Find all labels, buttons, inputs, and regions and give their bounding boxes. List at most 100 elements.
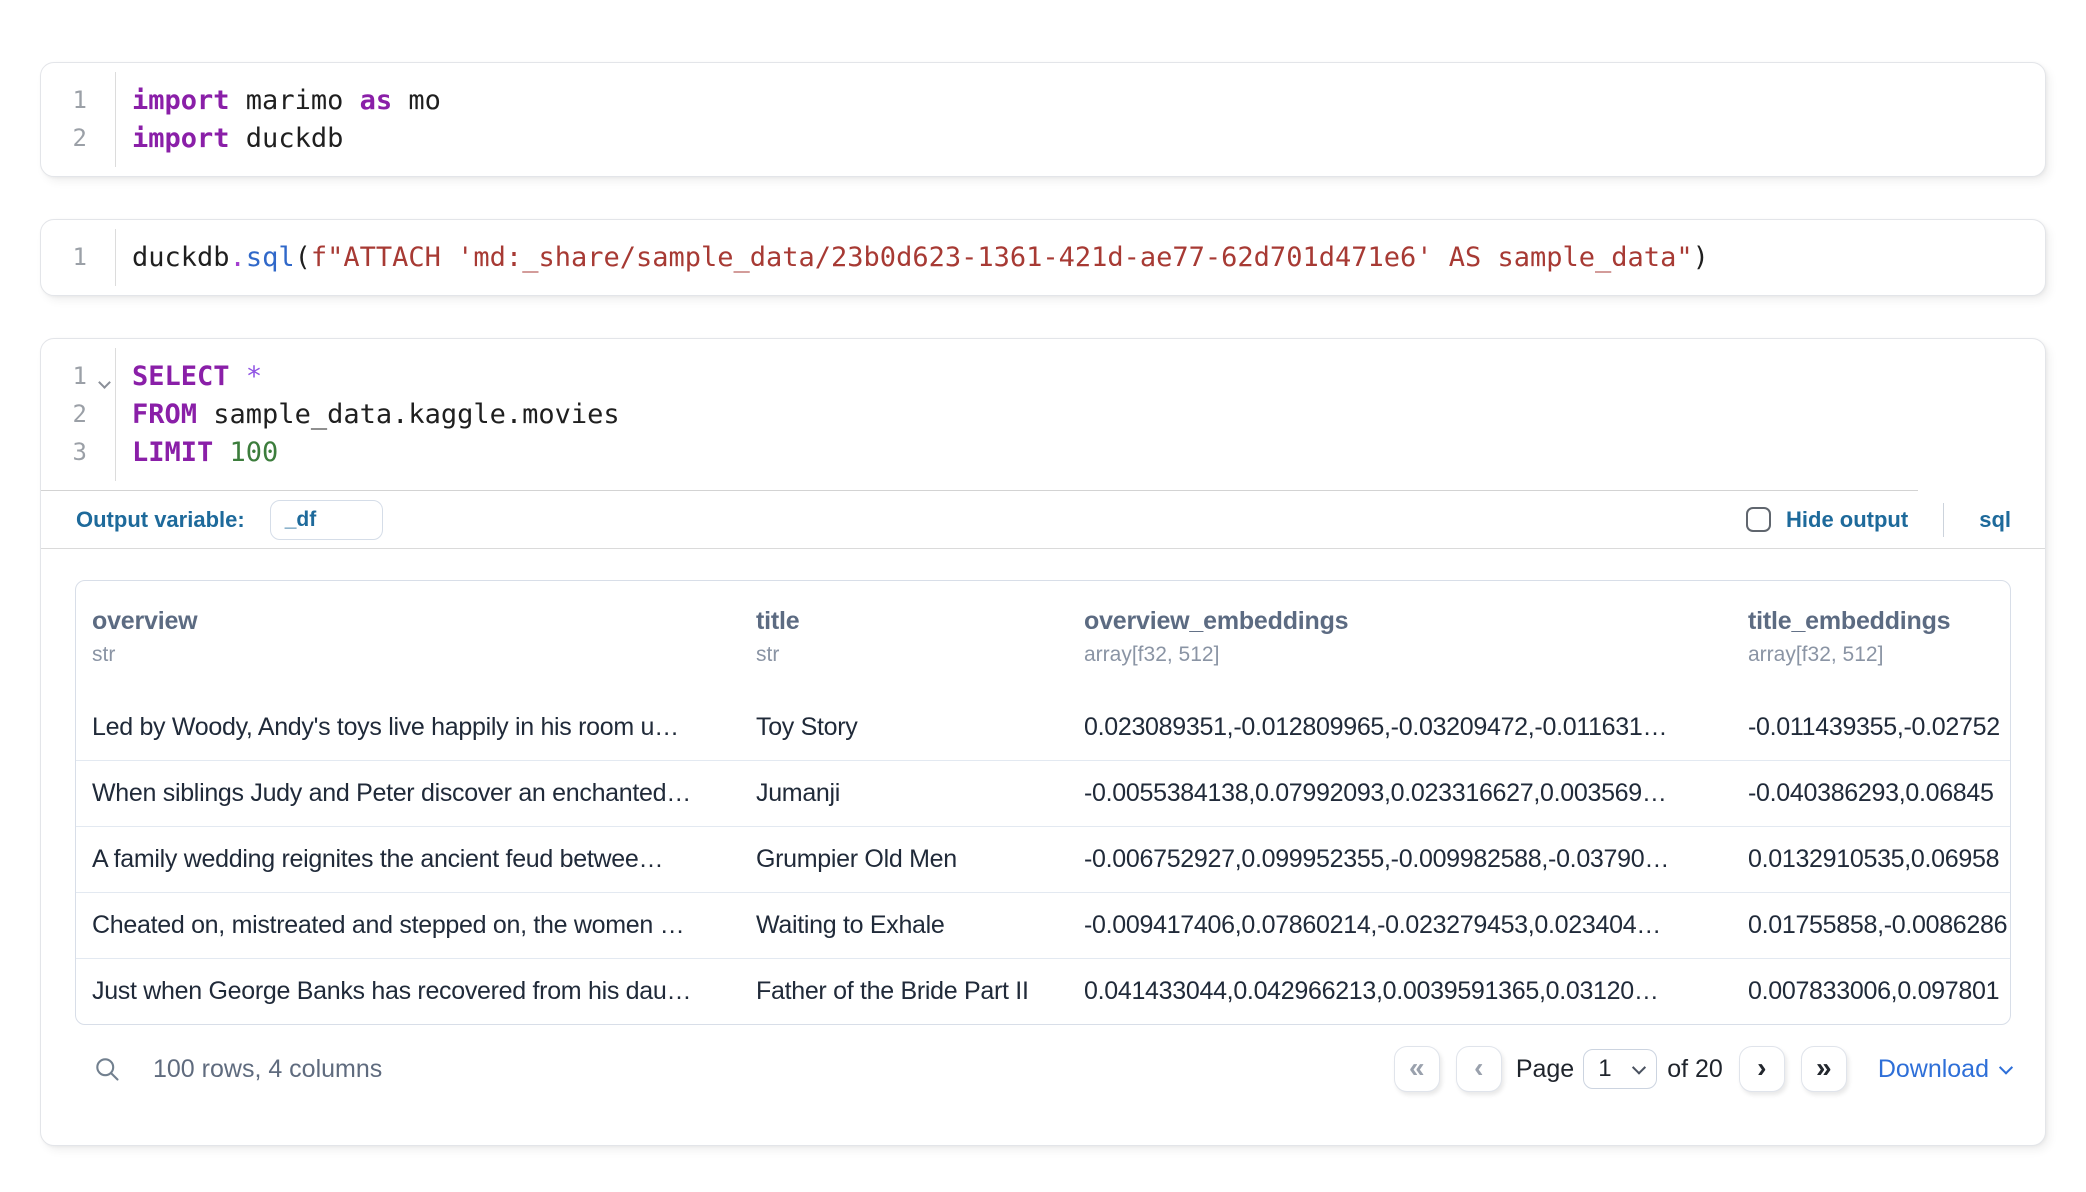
column-name: title_embeddings — [1748, 607, 1994, 635]
last-page-button[interactable]: » — [1801, 1046, 1847, 1092]
cell-overview-embeddings: -0.0055384138,0.07992093,0.023316627,0.0… — [1068, 779, 1732, 808]
cell-overview-embeddings: -0.009417406,0.07860214,-0.023279453,0.0… — [1068, 911, 1732, 940]
output-variable-label: Output variable: — [76, 507, 245, 533]
line-number: 1 — [41, 362, 115, 390]
line-number: 2 — [41, 124, 115, 152]
operator-token: . — [230, 242, 246, 273]
cell-title: Toy Story — [740, 713, 1068, 742]
column-type: str — [756, 644, 1052, 666]
chevron-down-icon — [1632, 1061, 1646, 1075]
double-chevron-left-icon: « — [1409, 1054, 1425, 1082]
code-line: 1 SELECT * — [41, 357, 2045, 395]
function-token: sql — [246, 242, 295, 273]
pagination: « ‹ Page 1 of 20 › » Download — [1394, 1046, 2011, 1092]
cell-title-embeddings: -0.040386293,0.06845 — [1732, 779, 2010, 808]
cell-overview-embeddings: 0.041433044,0.042966213,0.0039591365,0.0… — [1068, 977, 1732, 1006]
code-line: 2 FROM sample_data.kaggle.movies — [41, 395, 2045, 433]
table-row: Cheated on, mistreated and stepped on, t… — [76, 892, 2010, 958]
column-type: str — [92, 644, 724, 666]
number-token: 100 — [230, 437, 279, 468]
hide-output-checkbox[interactable] — [1746, 507, 1771, 532]
code-token: marimo — [230, 85, 360, 116]
table-footer: 100 rows, 4 columns « ‹ Page 1 of 20 › »… — [75, 1033, 2011, 1105]
keyword-token: import — [132, 85, 230, 116]
sql-cell: 1 SELECT * 2 FROM sample_data.kaggle.mov… — [40, 338, 2046, 1146]
code-token: duckdb — [132, 242, 230, 273]
chevron-right-icon: › — [1757, 1054, 1766, 1082]
code-text: import marimo as mo — [115, 85, 441, 116]
column-name: title — [756, 607, 1052, 635]
divider — [1943, 503, 1944, 537]
cell-title: Waiting to Exhale — [740, 911, 1068, 940]
sql-cell-footer-right: Hide output sql — [1746, 503, 2011, 537]
page-total-label: of 20 — [1667, 1055, 1723, 1084]
hide-output-label[interactable]: Hide output — [1786, 507, 1908, 533]
cell-overview-embeddings: 0.023089351,-0.012809965,-0.03209472,-0.… — [1068, 713, 1732, 742]
cell-overview: When siblings Judy and Peter discover an… — [76, 779, 740, 808]
chevron-down-icon — [1999, 1061, 2013, 1075]
cell-overview: Just when George Banks has recovered fro… — [76, 977, 740, 1006]
page-select[interactable]: 1 — [1583, 1049, 1657, 1089]
line-number: 1 — [41, 243, 115, 271]
string-token: "ATTACH 'md:_share/sample_data/23b0d623-… — [327, 242, 1692, 273]
keyword-token: SELECT — [132, 361, 230, 392]
keyword-token: LIMIT — [132, 437, 213, 468]
code-text: import duckdb — [115, 123, 343, 154]
code-editor[interactable]: 1 import marimo as mo 2 import duckdb — [41, 63, 2045, 176]
table-row: A family wedding reignites the ancient f… — [76, 826, 2010, 892]
fold-chevron-icon[interactable] — [98, 376, 111, 389]
code-cell-imports: 1 import marimo as mo 2 import duckdb — [40, 62, 2046, 177]
keyword-token: as — [360, 85, 393, 116]
line-number: 1 — [41, 86, 115, 114]
column-header-overview[interactable]: overview str — [76, 581, 740, 694]
code-editor[interactable]: 1 duckdb.sql(f"ATTACH 'md:_share/sample_… — [41, 220, 2045, 295]
code-token: ) — [1693, 242, 1709, 273]
cell-title: Father of the Bride Part II — [740, 977, 1068, 1006]
wildcard-token: * — [246, 361, 262, 392]
keyword-token: FROM — [132, 399, 197, 430]
column-header-title[interactable]: title str — [740, 581, 1068, 694]
line-number-text: 1 — [73, 362, 87, 390]
code-text: FROM sample_data.kaggle.movies — [115, 399, 620, 430]
search-button[interactable] — [91, 1053, 123, 1085]
next-page-button[interactable]: › — [1739, 1046, 1785, 1092]
code-token — [230, 361, 246, 392]
code-token: sample_data.kaggle.movies — [197, 399, 620, 430]
page-select-value: 1 — [1598, 1055, 1611, 1083]
search-icon — [93, 1055, 121, 1083]
previous-page-button[interactable]: ‹ — [1456, 1046, 1502, 1092]
code-line: 1 import marimo as mo — [41, 81, 2045, 119]
table-header-row: overview str title str overview_embeddin… — [76, 581, 2010, 694]
column-header-title-embeddings[interactable]: title_embeddings array[f32, 512] — [1732, 581, 2010, 694]
code-text: LIMIT 100 — [115, 437, 278, 468]
code-editor[interactable]: 1 SELECT * 2 FROM sample_data.kaggle.mov… — [41, 339, 2045, 490]
output-variable-group: Output variable: _df — [76, 500, 383, 540]
first-page-button[interactable]: « — [1394, 1046, 1440, 1092]
language-badge[interactable]: sql — [1979, 507, 2011, 533]
table-row: Led by Woody, Andy's toys live happily i… — [76, 694, 2010, 760]
column-header-overview-embeddings[interactable]: overview_embeddings array[f32, 512] — [1068, 581, 1732, 694]
code-cell-attach: 1 duckdb.sql(f"ATTACH 'md:_share/sample_… — [40, 219, 2046, 296]
notebook-page: 1 import marimo as mo 2 import duckdb 1 … — [0, 0, 2086, 1146]
double-chevron-right-icon: » — [1816, 1054, 1832, 1082]
code-token — [213, 437, 229, 468]
cell-title-embeddings: 0.01755858,-0.0086286 — [1732, 911, 2010, 940]
table-footer-left: 100 rows, 4 columns — [75, 1053, 382, 1085]
cell-title-embeddings: 0.007833006,0.097801 — [1732, 977, 2010, 1006]
code-line: 2 import duckdb — [41, 119, 2045, 157]
code-token: mo — [392, 85, 441, 116]
line-number: 2 — [41, 400, 115, 428]
download-button[interactable]: Download — [1878, 1055, 2011, 1084]
cell-overview: Cheated on, mistreated and stepped on, t… — [76, 911, 740, 940]
code-line: 1 duckdb.sql(f"ATTACH 'md:_share/sample_… — [41, 238, 2045, 276]
cell-title: Jumanji — [740, 779, 1068, 808]
column-type: array[f32, 512] — [1084, 644, 1716, 666]
download-label: Download — [1878, 1055, 1989, 1084]
output-variable-input[interactable]: _df — [270, 500, 383, 540]
cell-overview: A family wedding reignites the ancient f… — [76, 845, 740, 874]
table-row: Just when George Banks has recovered fro… — [76, 958, 2010, 1024]
row-count-summary: 100 rows, 4 columns — [153, 1055, 382, 1084]
dataframe-table: overview str title str overview_embeddin… — [75, 580, 2011, 1025]
page-label: Page — [1516, 1055, 1574, 1084]
fstring-prefix-token: f — [311, 242, 327, 273]
